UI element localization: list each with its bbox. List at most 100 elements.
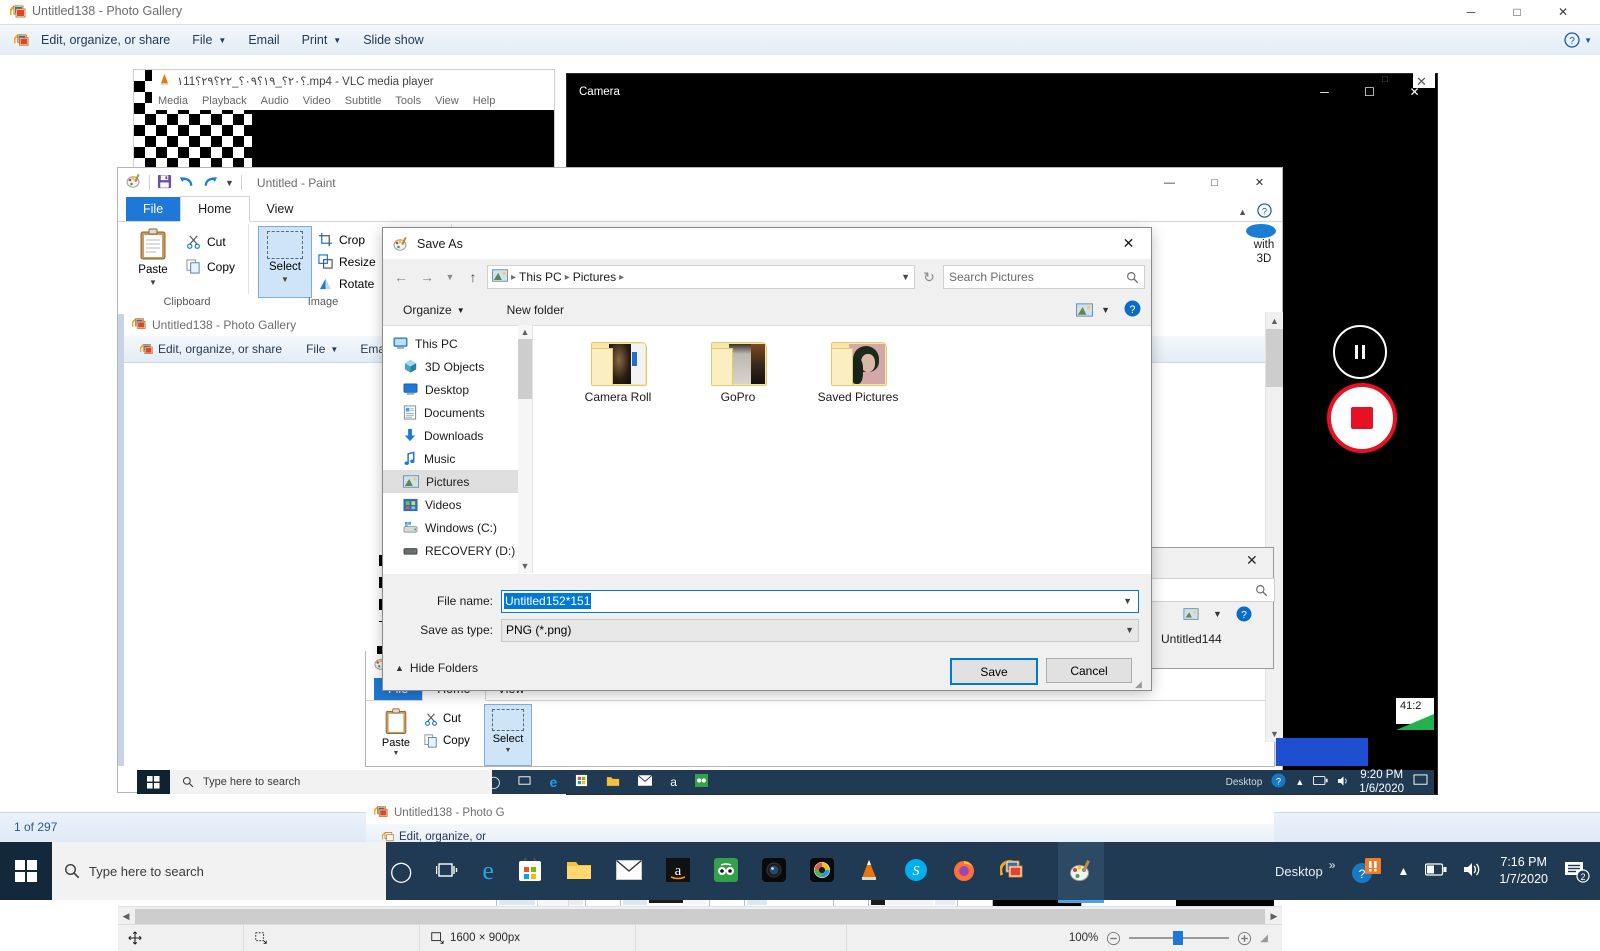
save-as-help-button[interactable]: ?: [1124, 300, 1141, 320]
folder-item[interactable]: GoPro: [697, 340, 779, 404]
camera-stop-button[interactable]: [1327, 383, 1397, 453]
menu-edit-organize-share[interactable]: Edit, organize, or share: [31, 25, 180, 55]
vlc-menu-tools[interactable]: Tools: [395, 95, 421, 107]
start-button[interactable]: [0, 842, 52, 900]
inner-paste-button[interactable]: Paste ▼: [376, 708, 416, 757]
file-list[interactable]: Camera Roll GoPro Saved Pictures: [519, 326, 1151, 574]
overflow-indicator[interactable]: »: [1329, 858, 1336, 872]
vlc-menu-view[interactable]: View: [435, 95, 459, 107]
address-bar[interactable]: ▸ This PC ▸ Pictures ▸ ▼: [487, 265, 915, 289]
camera-minimize-button[interactable]: ─: [1302, 74, 1347, 109]
store-icon[interactable]: [518, 854, 542, 885]
close-icon[interactable]: ✕: [1246, 552, 1258, 569]
scroll-thumb[interactable]: [135, 908, 1265, 924]
inner-copy-button[interactable]: Copy: [424, 734, 470, 748]
search-box[interactable]: Type here to search: [52, 842, 386, 900]
photo-gallery-help[interactable]: ? ▼: [1564, 25, 1592, 55]
menu-print[interactable]: Print ▼: [292, 25, 352, 55]
file-explorer-icon[interactable]: [606, 775, 620, 790]
edit-with-3d-label[interactable]: with 3D: [1246, 238, 1282, 266]
tree-item-recovery-d[interactable]: RECOVERY (D:): [383, 539, 518, 562]
select-button[interactable]: Select ▼: [258, 226, 312, 298]
photo-icon[interactable]: [809, 857, 834, 885]
taskbar-item-paint[interactable]: [1058, 842, 1104, 903]
task-view-icon[interactable]: [436, 860, 458, 883]
inner-clock[interactable]: 9:20 PM 1/6/2020: [1359, 768, 1404, 796]
change-view-button[interactable]: ▼: [1076, 303, 1110, 317]
close-glyph[interactable]: ✕: [1416, 74, 1430, 89]
show-hidden-icons-chevron[interactable]: ▲: [1295, 777, 1304, 787]
cut-button[interactable]: Cut: [186, 234, 226, 249]
breadcrumb-this-pc[interactable]: This PC: [519, 270, 562, 284]
save-as-close-button[interactable]: ✕: [1106, 228, 1151, 259]
explorer-vertical-scrollbar[interactable]: ▲ ▼: [1265, 312, 1283, 742]
zoom-in-icon[interactable]: [1237, 931, 1252, 946]
redo-icon[interactable]: [202, 174, 218, 192]
copy-button[interactable]: Copy: [186, 259, 235, 274]
store-icon[interactable]: [575, 774, 588, 790]
file-explorer-icon[interactable]: [566, 859, 592, 884]
vlc-menu-playback[interactable]: Playback: [202, 95, 247, 107]
save-icon[interactable]: [157, 174, 172, 192]
tree-item-downloads[interactable]: Downloads: [383, 424, 518, 447]
customize-qat-icon[interactable]: ▼: [225, 178, 234, 188]
undo-icon[interactable]: [179, 174, 195, 192]
task-view-icon[interactable]: [518, 774, 531, 790]
paint-horizontal-scrollbar[interactable]: ◀ ▶: [118, 906, 1282, 925]
volume-icon[interactable]: [1337, 775, 1350, 790]
forward-button[interactable]: →: [415, 265, 439, 289]
save-as-dialog-behind[interactable]: ✕ ▼ ? Untitled144: [1133, 548, 1275, 668]
scroll-up-button[interactable]: ▲: [1266, 312, 1283, 329]
vlc-menu-video[interactable]: Video: [303, 95, 331, 107]
edge-icon[interactable]: e: [549, 774, 557, 790]
paint-zoom-controls[interactable]: 100% ◢: [1069, 931, 1282, 946]
recent-locations-button[interactable]: ▼: [441, 265, 459, 289]
vlc-menu-media[interactable]: Media: [158, 95, 188, 107]
chevron-down-icon[interactable]: ▼: [1213, 609, 1222, 619]
save-as-dialog[interactable]: Save As ✕ ← → ▼ ↑ ▸ This PC ▸ Pictures ▸…: [383, 228, 1151, 690]
tab-home[interactable]: Home: [180, 196, 250, 222]
action-center-icon[interactable]: 2: [1564, 859, 1590, 883]
amazon-icon[interactable]: a: [665, 857, 690, 885]
mail-icon[interactable]: [637, 774, 653, 789]
scroll-left-button[interactable]: ◀: [118, 908, 134, 925]
scroll-right-button[interactable]: ▶: [1266, 908, 1282, 925]
rotate-button[interactable]: Rotate ▼: [318, 276, 388, 291]
inner-menu-file[interactable]: File ▼: [282, 342, 338, 356]
organize-button[interactable]: Organize ▼: [393, 298, 475, 322]
navigation-pane[interactable]: This PC 3D Objects Desktop Documents Dow…: [383, 326, 519, 574]
mail-icon[interactable]: [615, 859, 642, 883]
resize-grip[interactable]: ◢: [1260, 933, 1268, 944]
tree-item-desktop[interactable]: Desktop: [383, 378, 518, 401]
show-hidden-icons-chevron[interactable]: ▲: [1397, 864, 1409, 878]
nav-pane-scrollbar[interactable]: ▲ ▼: [518, 325, 533, 573]
cortana-icon[interactable]: ◯: [390, 859, 412, 884]
up-button[interactable]: ↑: [461, 265, 485, 289]
tree-item-music[interactable]: Music: [383, 447, 518, 470]
behind-view-options[interactable]: ▼ ?: [1183, 606, 1252, 622]
maximize-button[interactable]: □: [1494, 0, 1540, 23]
photo-gallery-icon[interactable]: [999, 858, 1024, 885]
camera-pause-button[interactable]: [1333, 325, 1387, 379]
tripadvisor-icon[interactable]: [694, 774, 708, 790]
save-as-type-select[interactable]: PNG (*.png) ▼: [501, 618, 1139, 642]
paint-minimize-button[interactable]: —: [1147, 168, 1192, 197]
help-icon[interactable]: ?: [1236, 606, 1252, 622]
desktop-label[interactable]: Desktop: [1275, 864, 1323, 879]
inner-start-button[interactable]: [137, 770, 170, 794]
inner-desktop-label[interactable]: Desktop: [1226, 777, 1263, 788]
breadcrumb-pictures[interactable]: Pictures: [573, 270, 616, 284]
minimize-button[interactable]: ─: [1448, 0, 1494, 23]
skype-icon[interactable]: S: [904, 858, 928, 885]
paint-zoom-slider[interactable]: [1129, 931, 1230, 945]
behind-search-box[interactable]: [1137, 578, 1275, 602]
scroll-down-button[interactable]: ▼: [518, 559, 532, 573]
hide-folders-button[interactable]: ▲ Hide Folders: [395, 661, 478, 675]
minimize-ribbon-icon[interactable]: ▲: [1238, 207, 1247, 217]
tab-file[interactable]: File: [126, 197, 181, 221]
crop-button[interactable]: Crop: [318, 232, 365, 247]
folder-item[interactable]: Camera Roll: [577, 340, 659, 404]
tree-item-3d-objects[interactable]: 3D Objects: [383, 355, 518, 378]
view-icon[interactable]: [1183, 607, 1199, 621]
vlc-icon[interactable]: [858, 858, 880, 885]
